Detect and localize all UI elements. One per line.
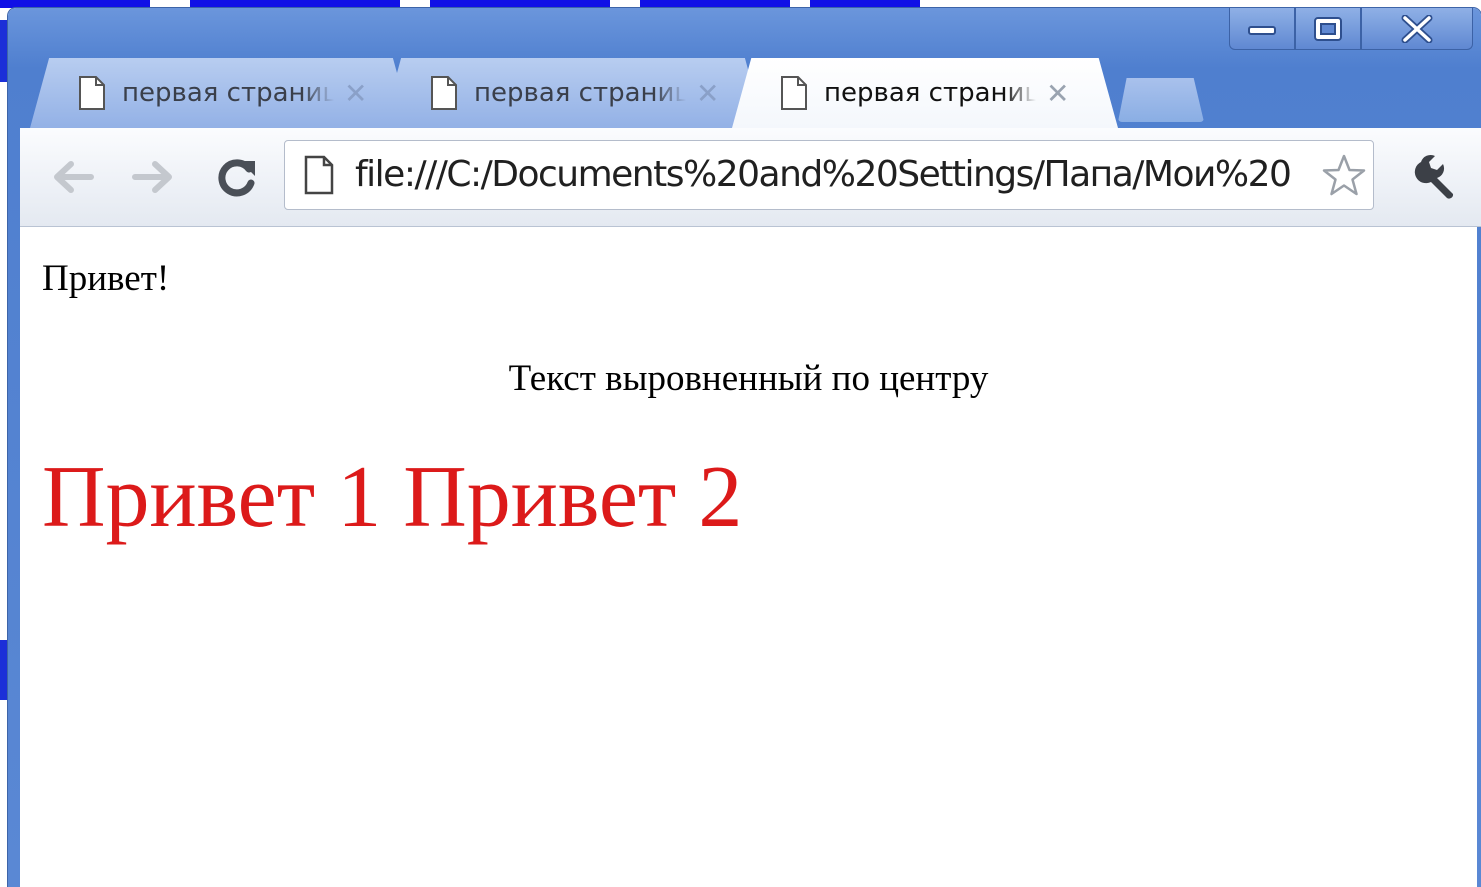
close-button[interactable] bbox=[1361, 8, 1473, 50]
minimize-button[interactable] bbox=[1229, 8, 1295, 50]
slide-title-remnant bbox=[0, 0, 930, 8]
page-icon bbox=[304, 155, 334, 195]
browser-toolbar: file:///C:/Documents%20and%20Settings/Па… bbox=[20, 128, 1481, 227]
maximize-icon bbox=[1314, 16, 1342, 41]
tab-close-icon[interactable]: ✕ bbox=[344, 77, 367, 110]
greeting-text: Привет! bbox=[42, 258, 170, 299]
browser-window: первая страница ✕ первая страница ✕ перв… bbox=[8, 8, 1481, 887]
forward-arrow-icon bbox=[132, 161, 172, 193]
address-bar[interactable]: file:///C:/Documents%20and%20Settings/Па… bbox=[284, 140, 1374, 210]
tab-close-icon[interactable]: ✕ bbox=[1046, 77, 1069, 110]
new-tab-button[interactable] bbox=[1118, 78, 1204, 122]
forward-button[interactable] bbox=[126, 154, 180, 200]
back-arrow-icon bbox=[54, 161, 94, 193]
tab-title: первая страница bbox=[474, 78, 686, 108]
document-icon bbox=[781, 76, 807, 110]
reload-button[interactable] bbox=[210, 154, 264, 200]
slide-accent-left-lower bbox=[0, 640, 7, 700]
back-button[interactable] bbox=[46, 154, 100, 200]
minimize-icon bbox=[1248, 25, 1276, 35]
window-controls bbox=[1229, 8, 1473, 52]
tab-title: первая страница bbox=[122, 78, 334, 108]
tab-close-icon[interactable]: ✕ bbox=[696, 77, 719, 110]
red-large-text: Привет 1 Привет 2 bbox=[42, 449, 743, 546]
star-icon[interactable] bbox=[1321, 153, 1367, 199]
close-icon bbox=[1401, 14, 1433, 43]
wrench-icon bbox=[1414, 154, 1454, 199]
tab-strip: первая страница ✕ первая страница ✕ перв… bbox=[30, 58, 1330, 128]
page-content: Привет! Текст выровненный по центру Прив… bbox=[20, 227, 1477, 887]
centered-text: Текст выровненный по центру bbox=[508, 358, 989, 399]
document-icon bbox=[431, 76, 457, 110]
tab-title: первая страница bbox=[824, 78, 1036, 108]
tab-3-active[interactable]: первая страница ✕ bbox=[732, 58, 1118, 128]
tab-2[interactable]: первая страница ✕ bbox=[382, 58, 764, 128]
document-icon bbox=[79, 76, 105, 110]
url-text[interactable]: file:///C:/Documents%20and%20Settings/Па… bbox=[355, 149, 1305, 201]
tab-1[interactable]: первая страница ✕ bbox=[30, 58, 412, 128]
reload-icon bbox=[218, 159, 255, 197]
wrench-menu-button[interactable] bbox=[1413, 152, 1461, 205]
maximize-button[interactable] bbox=[1295, 8, 1361, 50]
